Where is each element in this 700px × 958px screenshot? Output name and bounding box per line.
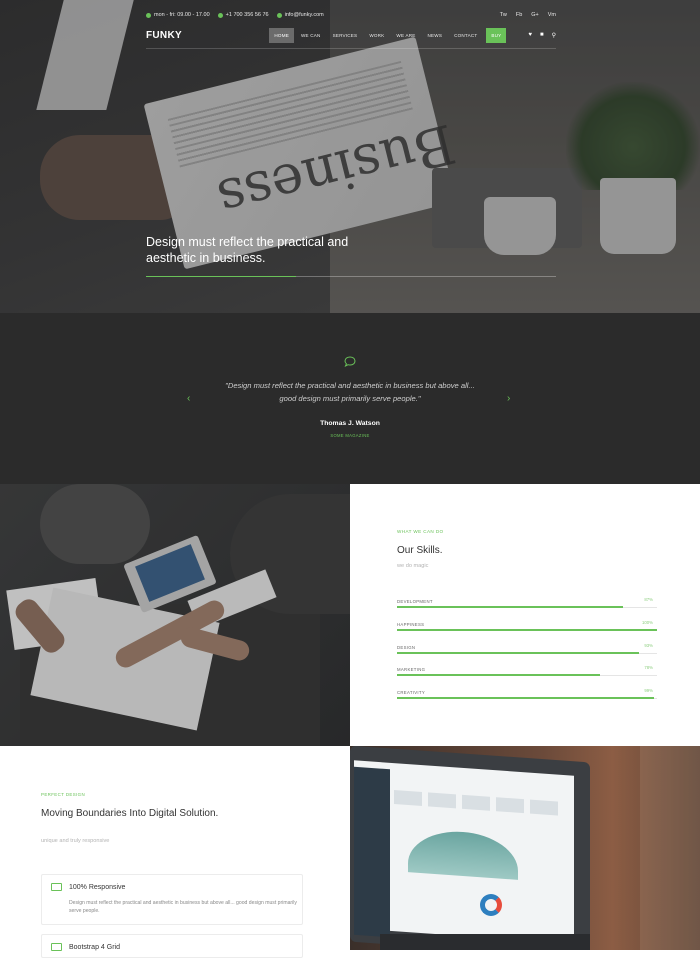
feature-section: PERFECT DESIGN Moving Boundaries Into Di… — [0, 746, 350, 958]
skill-fill — [397, 652, 639, 654]
testimonial-section: ‹ "Design must reflect the practical and… — [0, 313, 700, 484]
hero-divider-accent — [146, 276, 296, 277]
nav-item-services[interactable]: SERVICES — [328, 28, 363, 43]
nav-item-news[interactable]: NEWS — [423, 28, 448, 43]
photo-door — [640, 746, 700, 950]
social-link-twitter[interactable]: Tw — [500, 12, 507, 18]
skill-label: HAPPINESS — [397, 622, 425, 627]
search-icon[interactable]: ⚲ — [552, 32, 556, 39]
skill-fill — [397, 697, 655, 699]
feature-subtitle: unique and truly responsive — [41, 838, 110, 844]
testimonial-prev-arrow[interactable]: ‹ — [187, 393, 190, 404]
hero-overlay — [0, 0, 700, 313]
nav-divider — [146, 48, 556, 49]
bag-icon[interactable]: ■ — [540, 32, 544, 39]
hours-info: mon - fri: 09.00 - 17.00 — [146, 12, 210, 18]
email-text[interactable]: info@funky.com — [285, 12, 324, 18]
nav-item-we-can[interactable]: WE CAN — [296, 28, 326, 43]
hours-text: mon - fri: 09.00 - 17.00 — [154, 12, 210, 18]
photo-overlay — [0, 484, 350, 746]
speech-bubble-icon — [344, 356, 356, 367]
skill-fill — [397, 629, 657, 631]
skill-percent: 78% — [644, 665, 653, 670]
skill-percent: 100% — [642, 620, 653, 625]
nav-icons: ♥ ■ ⚲ — [520, 32, 556, 39]
nav-menu: HOME WE CAN SERVICES WORK WE ARE NEWS CO… — [267, 28, 556, 43]
skill-fill — [397, 674, 600, 676]
feature-card-grid[interactable]: Bootstrap 4 Grid — [41, 934, 303, 958]
monitor-icon — [51, 883, 62, 891]
testimonial-next-arrow[interactable]: › — [507, 393, 510, 404]
phone-text[interactable]: +1 700 356 56 76 — [226, 12, 269, 18]
mail-icon — [276, 12, 282, 18]
photo-dashboard-sidebar — [354, 766, 390, 938]
phone-info[interactable]: +1 700 356 56 76 — [217, 12, 269, 18]
skills-section: WHAT WE CAN DO Our Skills. we do magic D… — [350, 484, 700, 746]
social-link-facebook[interactable]: Fb — [516, 12, 522, 18]
logo[interactable]: FUNKY — [146, 30, 182, 41]
main-nav: FUNKY HOME WE CAN SERVICES WORK WE ARE N… — [146, 27, 556, 44]
skills-subtitle: we do magic — [397, 563, 429, 569]
feature-card-text: Design must reflect the practical and ae… — [69, 900, 297, 914]
nav-item-we-are[interactable]: WE ARE — [391, 28, 420, 43]
nav-item-contact[interactable]: CONTACT — [449, 28, 482, 43]
skill-bar-development: DEVELOPMENT 87% — [397, 597, 657, 611]
photo-dashboard-donut — [480, 894, 502, 916]
team-photo — [0, 484, 350, 746]
hero-title: Design must reflect the practical and ae… — [146, 235, 349, 265]
skill-label: DEVELOPMENT — [397, 599, 433, 604]
skill-bar-marketing: MARKETING 78% — [397, 665, 657, 679]
feature-title: Moving Boundaries Into Digital Solution. — [41, 808, 219, 819]
photo-laptop-keyboard — [380, 934, 590, 950]
dashboard-photo — [350, 746, 700, 950]
testimonial-author: Thomas J. Watson — [320, 420, 380, 427]
social-link-google[interactable]: G+ — [531, 12, 539, 18]
heart-icon[interactable]: ♥ — [528, 32, 532, 39]
social-links: Tw Fb G+ Vm — [491, 12, 556, 18]
skills-title: Our Skills. — [397, 545, 443, 556]
skill-percent: 93% — [644, 643, 653, 648]
phone-icon — [217, 12, 223, 18]
nav-item-home[interactable]: HOME — [269, 28, 294, 43]
buy-button[interactable]: BUY — [486, 28, 507, 43]
feature-card-responsive[interactable]: 100% Responsive Design must reflect the … — [41, 874, 303, 925]
contact-bar: mon - fri: 09.00 - 17.00 +1 700 356 56 7… — [146, 9, 556, 21]
skills-eyebrow: WHAT WE CAN DO — [397, 529, 444, 534]
testimonial-quote: "Design must reflect the practical and a… — [225, 381, 475, 403]
clock-icon — [146, 12, 151, 18]
feature-eyebrow: PERFECT DESIGN — [41, 792, 86, 797]
nav-item-work[interactable]: WORK — [364, 28, 389, 43]
skill-bar-creativity: CREATIVITY 99% — [397, 688, 657, 702]
skill-label: CREATIVITY — [397, 690, 425, 695]
email-info[interactable]: info@funky.com — [276, 12, 324, 18]
skill-label: DESIGN — [397, 645, 416, 650]
skill-percent: 99% — [644, 688, 653, 693]
feature-card-title: 100% Responsive — [69, 884, 126, 891]
testimonial-source: SOME MAGAZINE — [330, 433, 370, 438]
hero-section: Business mon - fri: 09.00 - 17.00 +1 700… — [0, 0, 700, 313]
skill-percent: 87% — [644, 597, 653, 602]
skill-fill — [397, 606, 624, 608]
skill-bar-happiness: HAPPINESS 100% — [397, 620, 657, 634]
skill-bar-design: DESIGN 93% — [397, 643, 657, 657]
social-link-vimeo[interactable]: Vm — [548, 12, 556, 18]
skill-label: MARKETING — [397, 667, 426, 672]
